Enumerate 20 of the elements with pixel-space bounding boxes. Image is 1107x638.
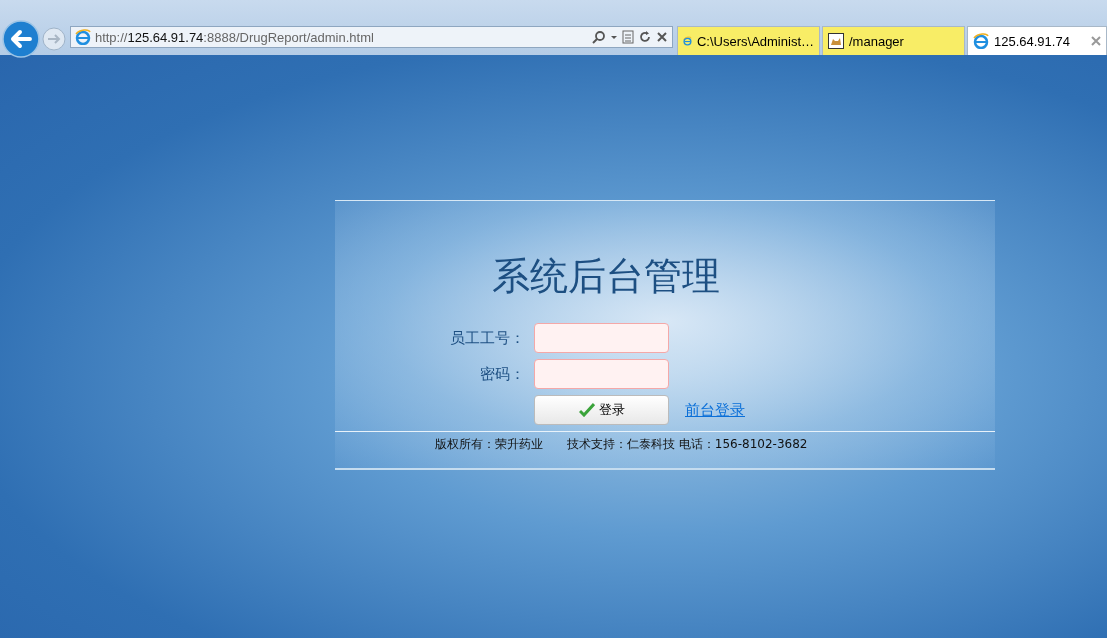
url-text: http://125.64.91.74:8888/DrugReport/admin.html [94, 29, 374, 45]
close-icon[interactable] [1091, 36, 1101, 46]
field-label: 密码： [479, 364, 525, 384]
browser-tab[interactable]: C:\Users\Administ… [677, 26, 820, 55]
login-title: 系统后台管理 [491, 253, 721, 300]
search-icon[interactable] [592, 30, 606, 44]
refresh-icon[interactable] [638, 30, 652, 44]
field-label: 员工工号： [449, 328, 525, 348]
address-bar[interactable]: http://125.64.91.74:8888/DrugReport/admin.html [69, 26, 673, 48]
globe-e-icon [74, 29, 91, 45]
browser-tab[interactable]: 125.64.91.74 [967, 26, 1107, 55]
copyright-text: 版权所有：荣升药业 技术支持：仁泰科技 电话：156-8102-3682 [335, 431, 995, 453]
input-field[interactable] [534, 323, 669, 353]
globe-e-icon [683, 33, 692, 49]
checkmark-icon [578, 403, 595, 417]
browser-tab[interactable]: /manager [822, 26, 965, 55]
input-field[interactable] [534, 359, 669, 389]
globe-e-icon [973, 33, 989, 49]
login-button[interactable]: 登录 [534, 395, 669, 425]
stop-icon[interactable] [656, 31, 668, 43]
